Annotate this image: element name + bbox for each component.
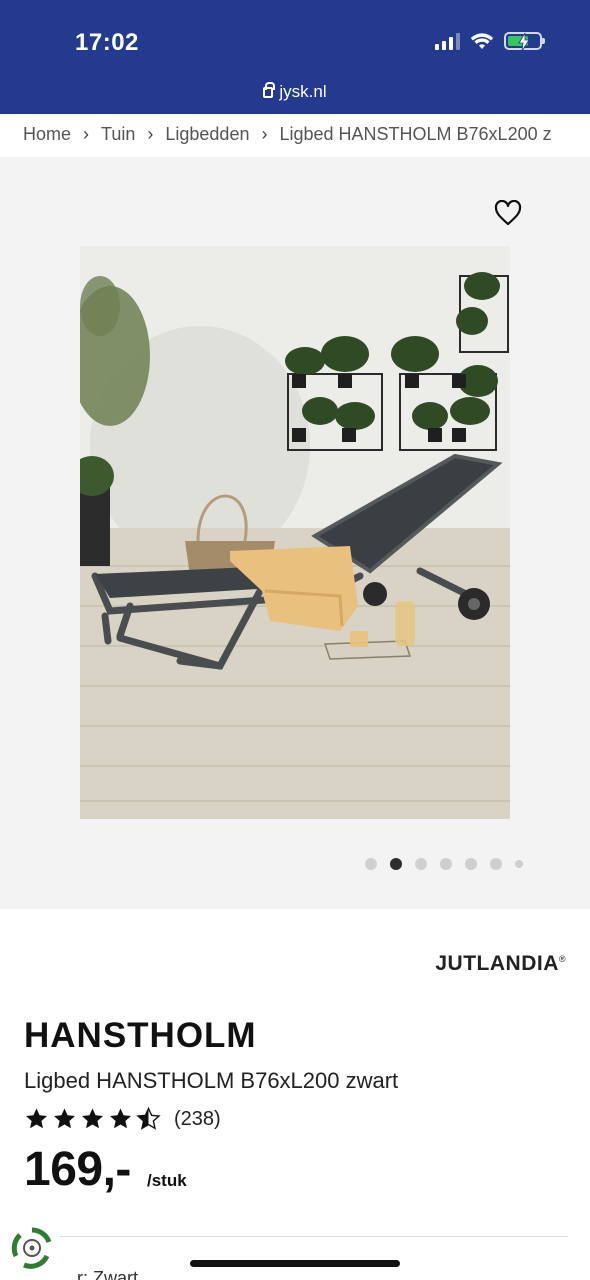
star-half-icon <box>136 1107 161 1130</box>
review-count[interactable]: (238) <box>174 1108 221 1131</box>
divider <box>60 1236 568 1237</box>
breadcrumb-current[interactable]: Ligbed HANSTHOLM B76xL200 z <box>279 124 551 145</box>
price-unit: /stuk <box>147 1171 187 1190</box>
status-time: 17:02 <box>75 29 139 56</box>
breadcrumb: Home › Tuin › Ligbedden › Ligbed HANSTHO… <box>23 114 583 154</box>
breadcrumb-ligbedden[interactable]: Ligbedden <box>165 124 249 145</box>
gallery-dot[interactable] <box>465 858 477 870</box>
address-bar[interactable]: jysk.nl <box>0 82 590 102</box>
star-full-icon <box>110 1108 131 1129</box>
eco-recycle-icon[interactable] <box>10 1226 54 1270</box>
home-indicator[interactable] <box>190 1260 400 1267</box>
gallery-pagination <box>365 858 523 870</box>
brand-logo[interactable]: JUTLANDIA® <box>435 952 566 976</box>
gallery-dot-active[interactable] <box>390 858 402 870</box>
chevron-right-icon: › <box>83 123 90 144</box>
gallery-dot[interactable] <box>415 858 427 870</box>
chevron-right-icon: › <box>261 123 268 144</box>
breadcrumb-tuin[interactable]: Tuin <box>101 124 135 145</box>
battery-charging-icon <box>504 32 545 51</box>
price: 169,- <box>24 1143 131 1196</box>
star-full-icon <box>82 1108 103 1129</box>
lock-icon <box>263 82 276 98</box>
browser-chrome: 17:02 jysk.nl <box>0 0 590 114</box>
star-full-icon <box>54 1108 75 1129</box>
gallery-dot[interactable] <box>515 860 523 868</box>
wifi-icon <box>470 33 494 49</box>
product-name: HANSTHOLM <box>24 1016 257 1055</box>
rating[interactable]: (238) <box>24 1107 221 1131</box>
gallery-dot[interactable] <box>490 858 502 870</box>
product-subtitle: Ligbed HANSTHOLM B76xL200 zwart <box>24 1068 399 1093</box>
product-image[interactable] <box>80 246 510 819</box>
breadcrumb-home[interactable]: Home <box>23 124 71 145</box>
status-icons <box>435 32 545 51</box>
gallery-dot[interactable] <box>365 858 377 870</box>
cellular-signal-icon <box>435 32 460 50</box>
url-text: jysk.nl <box>279 82 327 101</box>
gallery-dot[interactable] <box>440 858 452 870</box>
star-full-icon <box>26 1108 47 1129</box>
variant-label-peek: ...r: Zwart <box>62 1268 138 1280</box>
chevron-right-icon: › <box>147 123 154 144</box>
wishlist-heart-icon[interactable] <box>494 200 522 226</box>
